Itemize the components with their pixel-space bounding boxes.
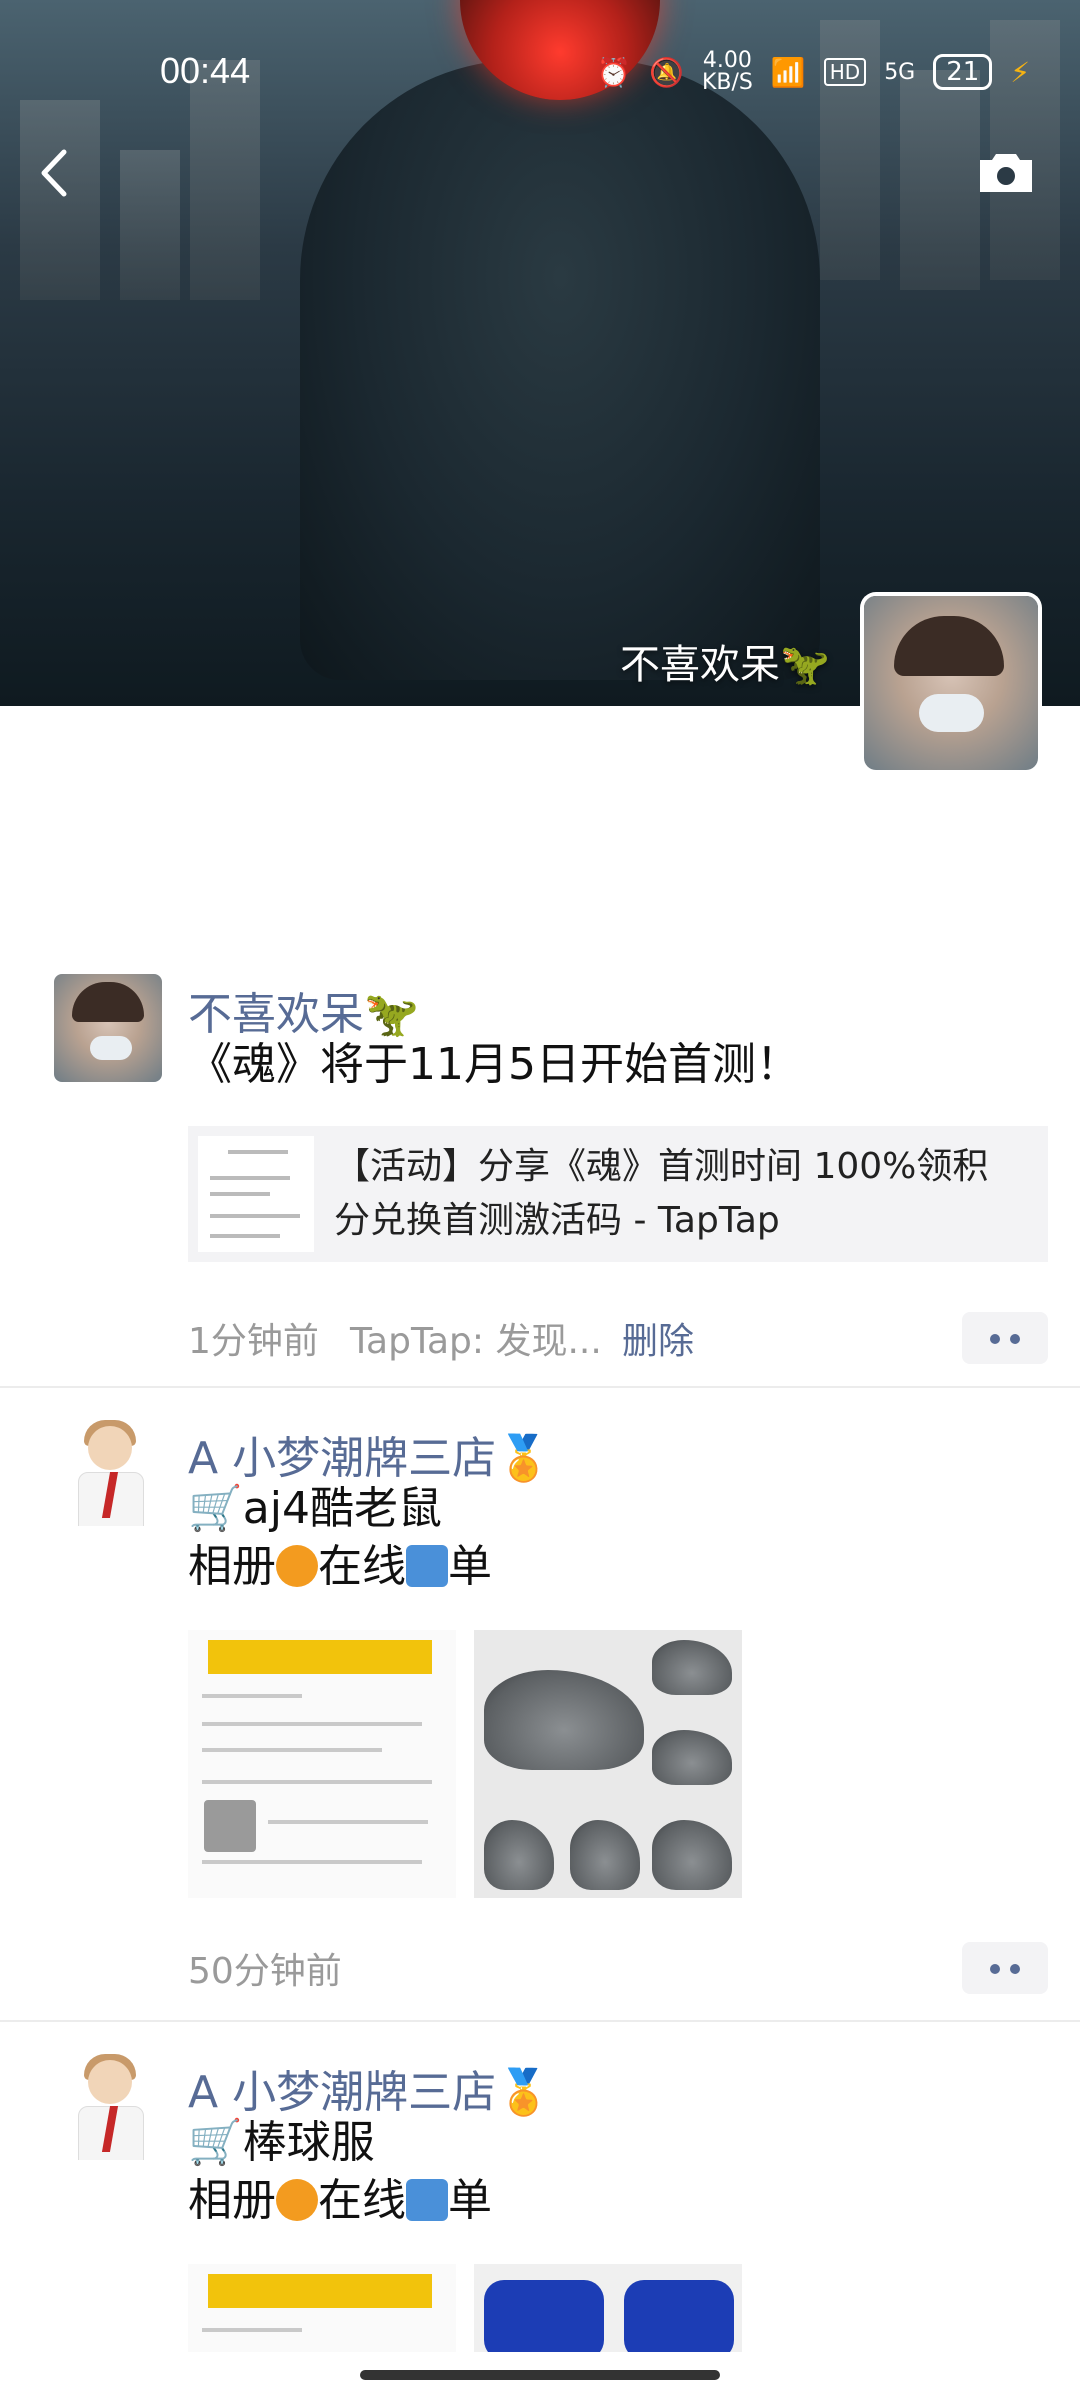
hd-icon: HD [823, 58, 867, 86]
post-image[interactable] [188, 2264, 456, 2352]
divider [0, 2020, 1080, 2022]
moment-post: A 小梦潮牌三店🏅 🛒aj4酷老鼠 相册 在线单 50分钟前 [0, 1418, 1080, 2018]
avatar[interactable] [54, 1418, 162, 1526]
alarm-icon: ⏰ [596, 55, 632, 89]
chevron-left-icon [41, 149, 67, 197]
link-title: 【活动】分享《魂》首测时间 100%领积分兑换首测激活码 - TapTap [334, 1146, 989, 1241]
more-button[interactable] [962, 1942, 1048, 1994]
moment-post: 不喜欢呆🦖 《魂》将于11月5日开始首测！ 【活动】分享《魂》首测时间 100%… [0, 974, 1080, 1384]
more-button[interactable] [962, 1312, 1048, 1364]
post-text: 《魂》将于11月5日开始首测！ [188, 1039, 800, 1090]
post-text-line2: 相册 在线单 [188, 1541, 492, 1592]
status-icons: ⏰ 🔕 4.00 KB/S 📶 HD 5G 21 ⚡ [596, 50, 1030, 94]
post-time: 1分钟前 [188, 1321, 319, 1362]
down-arrow-icon [406, 2179, 448, 2221]
camera-button[interactable] [978, 150, 1034, 194]
more-dots-icon [990, 1334, 1000, 1344]
post-source[interactable]: TapTap: 发现... [350, 1312, 602, 1364]
divider [0, 1386, 1080, 1388]
link-thumbnail [198, 1136, 314, 1252]
post-time: 50分钟前 [188, 1951, 342, 1992]
post-author[interactable]: 不喜欢呆🦖 [188, 978, 419, 1042]
post-image[interactable] [474, 1630, 742, 1898]
charging-icon: ⚡ [1010, 55, 1030, 89]
post-text-line1: 🛒棒球服 [188, 2117, 375, 2168]
profile-avatar[interactable] [864, 596, 1038, 770]
shared-link-card[interactable]: 【活动】分享《魂》首测时间 100%领积分兑换首测激活码 - TapTap [188, 1126, 1048, 1262]
home-indicator[interactable] [360, 2370, 720, 2380]
post-text-line2: 相册 在线单 [188, 2175, 492, 2226]
delete-button[interactable]: 删除 [622, 1312, 694, 1364]
cover-figure [300, 60, 820, 680]
avatar[interactable] [54, 2052, 162, 2160]
status-time: 00:44 [160, 50, 251, 91]
post-author[interactable]: A 小梦潮牌三店🏅 [188, 2056, 551, 2120]
down-arrow-icon [406, 1545, 448, 1587]
more-dots-icon [990, 1964, 1000, 1974]
moment-post: A 小梦潮牌三店🏅 🛒棒球服 相册 在线单 [0, 2052, 1080, 2352]
mute-icon: 🔕 [649, 55, 684, 89]
ke-emoji-icon [276, 1545, 318, 1587]
cover-username: 不喜欢呆🦖 [620, 642, 830, 688]
battery-icon: 21 [933, 54, 993, 90]
post-image[interactable] [474, 2264, 742, 2352]
wifi-icon: 📶 [770, 55, 806, 89]
ke-emoji-icon [276, 2179, 318, 2221]
back-button[interactable] [38, 148, 78, 198]
avatar[interactable] [54, 974, 162, 1082]
camera-icon [980, 154, 1032, 192]
post-image[interactable] [188, 1630, 456, 1898]
status-bar: 00:44 ⏰ 🔕 4.00 KB/S 📶 HD 5G 21 ⚡ [0, 44, 1080, 104]
network-type: 5G [884, 59, 916, 85]
network-speed: 4.00 KB/S [701, 48, 753, 95]
post-author[interactable]: A 小梦潮牌三店🏅 [188, 1422, 551, 1486]
post-text-line1: 🛒aj4酷老鼠 [188, 1483, 442, 1534]
